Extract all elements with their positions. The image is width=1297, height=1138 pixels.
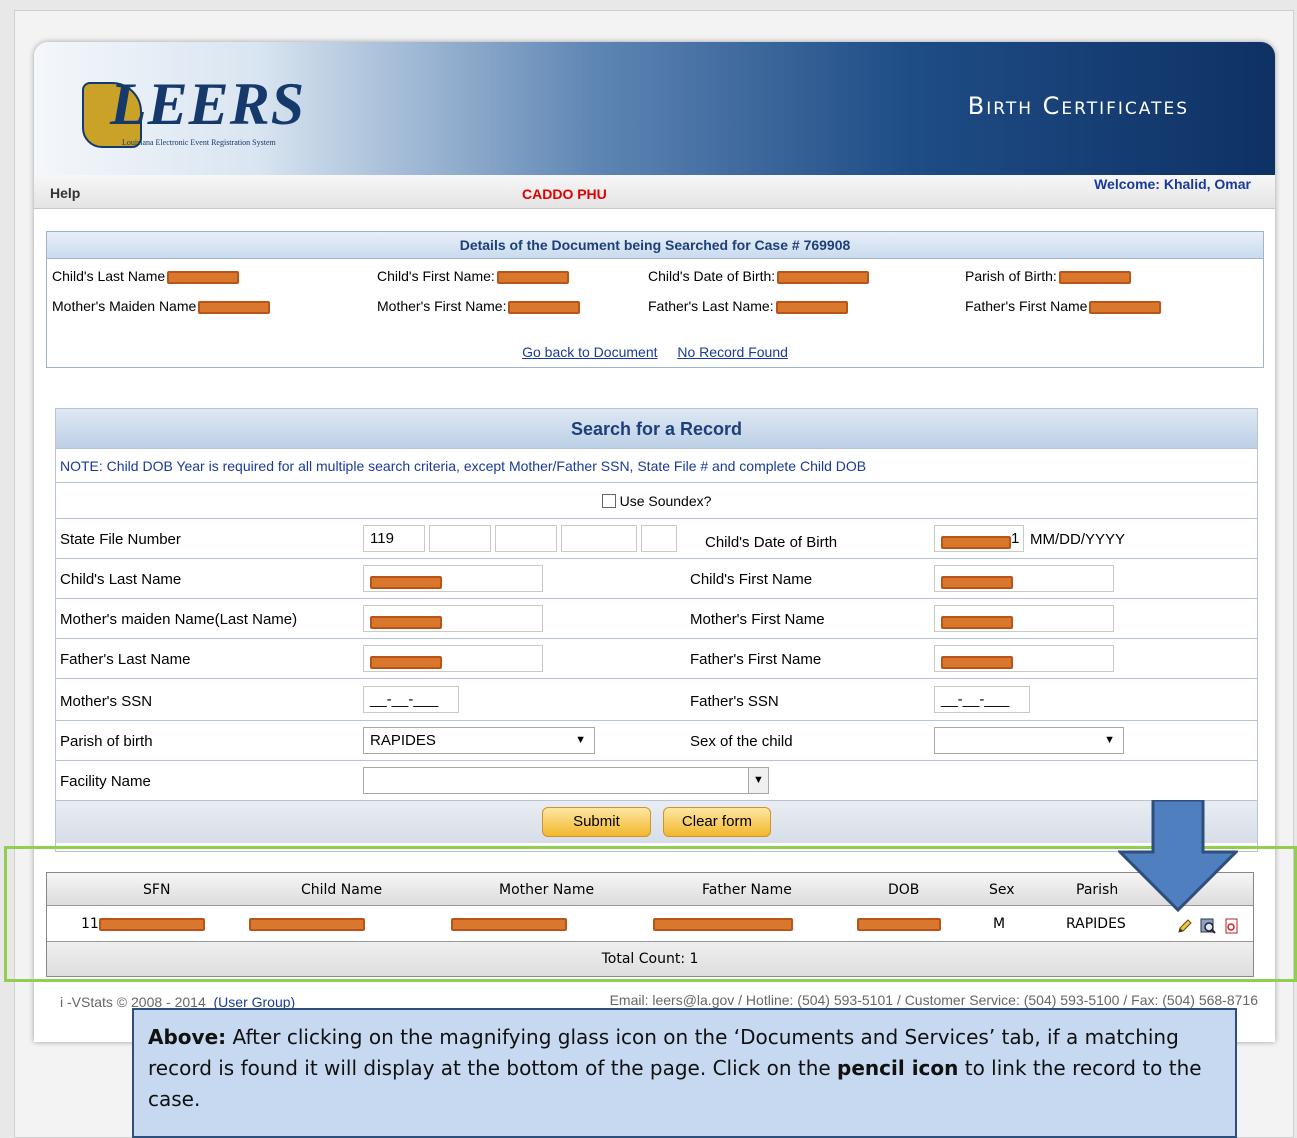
soundex-checkbox[interactable] bbox=[601, 494, 616, 508]
father-ssn-label: Father's SSN bbox=[690, 693, 779, 710]
logo-subtitle: Louisiana Electronic Event Registration … bbox=[122, 138, 276, 147]
welcome-user: Welcome: Khalid, Omar bbox=[1094, 176, 1251, 192]
leers-logo: LEERS Louisiana Electronic Event Registr… bbox=[82, 71, 362, 156]
row-child-name: Child's Last Name Child's First Name bbox=[56, 559, 1257, 599]
row-mother-name: Mother's maiden Name(Last Name) Mother's… bbox=[56, 599, 1257, 639]
redaction bbox=[167, 270, 240, 284]
go-back-link[interactable]: Go back to Document bbox=[522, 344, 657, 360]
soundex-row: Use Soundex? bbox=[56, 483, 1257, 519]
redaction bbox=[198, 300, 271, 314]
father-ssn-input[interactable]: __-__-___ bbox=[934, 686, 1030, 713]
mother-first-label: Mother's First Name bbox=[690, 611, 825, 628]
dob-format-hint: MM/DD/YYYY bbox=[1030, 531, 1126, 548]
redaction bbox=[370, 615, 442, 629]
chevron-down-icon: ▼ bbox=[748, 768, 768, 793]
parish-label: Parish of birth bbox=[60, 733, 153, 750]
state-file-input-4[interactable] bbox=[561, 525, 637, 552]
detail-parish: Parish of Birth: bbox=[965, 268, 1131, 284]
caption-lead: Above: bbox=[148, 1025, 227, 1049]
row-parish-sex: Parish of birth RAPIDES ▼ Sex of the chil… bbox=[56, 721, 1257, 761]
state-file-input-5[interactable] bbox=[641, 525, 677, 552]
redaction bbox=[941, 655, 1013, 669]
detail-father-last: Father's Last Name: bbox=[648, 298, 848, 314]
detail-child-first: Child's First Name: bbox=[377, 268, 569, 284]
state-file-input-1[interactable]: 119 bbox=[363, 525, 425, 552]
child-first-input[interactable] bbox=[934, 565, 1114, 592]
detail-father-first: Father's First Name bbox=[965, 298, 1162, 314]
redaction bbox=[941, 575, 1013, 589]
state-file-input-2[interactable] bbox=[429, 525, 491, 552]
redaction bbox=[370, 655, 442, 669]
details-heading: Details of the Document being Searched f… bbox=[47, 232, 1263, 259]
mother-first-input[interactable] bbox=[934, 605, 1114, 632]
search-panel: Search for a Record NOTE: Child DOB Year… bbox=[55, 408, 1258, 852]
redaction bbox=[1058, 270, 1131, 284]
child-first-label: Child's First Name bbox=[690, 571, 813, 588]
page-title: Birth Certificates bbox=[967, 92, 1189, 120]
redaction bbox=[496, 270, 569, 284]
father-first-input[interactable] bbox=[934, 645, 1114, 672]
redaction bbox=[775, 300, 848, 314]
no-record-found-link[interactable]: No Record Found bbox=[677, 344, 788, 360]
redaction bbox=[370, 575, 442, 589]
clear-form-button[interactable]: Clear form bbox=[662, 807, 771, 837]
chevron-down-icon: ▼ bbox=[1104, 734, 1115, 746]
child-dob-input[interactable]: 1 bbox=[934, 525, 1024, 552]
row-ssn: Mother's SSN __-__-___ Father's SSN __-_… bbox=[56, 679, 1257, 721]
father-first-label: Father's First Name bbox=[690, 651, 822, 668]
redaction bbox=[508, 300, 581, 314]
child-last-input[interactable] bbox=[363, 565, 543, 592]
caption-emphasis: pencil icon bbox=[837, 1056, 959, 1080]
state-file-input-3[interactable] bbox=[495, 525, 557, 552]
soundex-label: Use Soundex? bbox=[619, 493, 712, 509]
sex-select[interactable]: ▼ bbox=[934, 727, 1124, 754]
top-bar: Help CADDO PHU Welcome: Khalid, Omar bbox=[34, 175, 1275, 209]
parish-select[interactable]: RAPIDES ▼ bbox=[363, 727, 595, 754]
header-banner: LEERS Louisiana Electronic Event Registr… bbox=[34, 42, 1275, 175]
detail-mother-maiden: Mother's Maiden Name bbox=[52, 298, 271, 314]
footer-contact: Email: leers@la.gov / Hotline: (504) 593… bbox=[609, 992, 1258, 1008]
detail-child-last: Child's Last Name bbox=[52, 268, 240, 284]
button-row: Submit Clear form bbox=[56, 801, 1257, 843]
logo-text: LEERS bbox=[110, 71, 306, 137]
row-state-file: State File Number 119 Child's Date of Bi… bbox=[56, 519, 1257, 559]
redaction bbox=[941, 535, 1011, 549]
sex-label: Sex of the child bbox=[690, 733, 793, 750]
mother-ssn-label: Mother's SSN bbox=[60, 693, 153, 710]
mother-maiden-input[interactable] bbox=[363, 605, 543, 632]
detail-child-dob: Child's Date of Birth: bbox=[648, 268, 870, 284]
redaction bbox=[941, 615, 1013, 629]
state-file-label: State File Number bbox=[60, 531, 181, 548]
redaction bbox=[1089, 300, 1162, 314]
mother-maiden-label: Mother's maiden Name(Last Name) bbox=[60, 611, 298, 628]
help-link[interactable]: Help bbox=[50, 185, 80, 201]
chevron-down-icon: ▼ bbox=[575, 734, 586, 746]
details-links: Go back to Document No Record Found bbox=[47, 344, 1263, 360]
child-dob-label: Child's Date of Birth bbox=[705, 534, 838, 551]
highlight-frame bbox=[4, 846, 1297, 982]
row-father-name: Father's Last Name Father's First Name bbox=[56, 639, 1257, 679]
father-last-input[interactable] bbox=[363, 645, 543, 672]
mother-ssn-input[interactable]: __-__-___ bbox=[363, 686, 459, 713]
father-last-label: Father's Last Name bbox=[60, 651, 191, 668]
search-note: NOTE: Child DOB Year is required for all… bbox=[56, 449, 1257, 483]
submit-button[interactable]: Submit bbox=[542, 807, 651, 837]
facility-select[interactable]: ▼ bbox=[363, 767, 769, 794]
redaction bbox=[777, 270, 870, 284]
facility-label: Facility Name bbox=[60, 773, 151, 790]
down-arrow-annotation bbox=[1118, 800, 1238, 912]
child-last-label: Child's Last Name bbox=[60, 571, 182, 588]
search-title: Search for a Record bbox=[56, 409, 1257, 449]
caption-box: Above: After clicking on the magnifying … bbox=[132, 1008, 1237, 1138]
row-facility: Facility Name ▼ bbox=[56, 761, 1257, 801]
unit-label: CADDO PHU bbox=[522, 186, 607, 202]
document-details-panel: Details of the Document being Searched f… bbox=[46, 231, 1264, 368]
detail-mother-first: Mother's First Name: bbox=[377, 298, 581, 314]
